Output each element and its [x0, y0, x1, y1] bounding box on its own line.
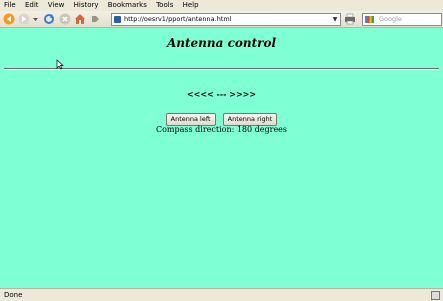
direction-arrows: <<<< --- >>>> [186, 89, 257, 99]
search-placeholder: Google [379, 15, 402, 23]
navigation-toolbar: http://oesrv1/pport/antenna.html ▼ Googl… [0, 11, 443, 28]
print-icon[interactable] [344, 13, 356, 25]
menu-help[interactable]: Help [183, 0, 199, 11]
bookmark-tag-icon[interactable] [91, 13, 100, 25]
forward-icon[interactable] [18, 13, 30, 25]
status-indicator-icon [431, 291, 440, 300]
antenna-button-row: Antenna left Antenna right [0, 106, 443, 126]
menu-history[interactable]: History [74, 0, 99, 11]
history-dropdown-icon[interactable] [32, 13, 39, 25]
page-title: Antenna control [166, 36, 277, 50]
url-bar[interactable]: http://oesrv1/pport/antenna.html ▼ [111, 13, 341, 26]
mouse-pointer-icon [56, 59, 64, 70]
url-dropdown-icon[interactable]: ▼ [331, 14, 339, 25]
status-bar: Done [0, 288, 443, 301]
status-text: Done [4, 291, 23, 299]
stop-icon[interactable] [59, 13, 71, 25]
menu-tools[interactable]: Tools [156, 0, 173, 11]
url-text: http://oesrv1/pport/antenna.html [124, 15, 232, 23]
menu-bookmarks[interactable]: Bookmarks [108, 0, 147, 11]
reload-icon[interactable] [43, 13, 55, 25]
home-icon[interactable] [74, 13, 86, 25]
menu-edit[interactable]: Edit [25, 0, 39, 11]
search-engine-icon[interactable] [365, 16, 374, 23]
page-content: Antenna control <<<< --- >>>> Antenna le… [0, 28, 443, 288]
compass-direction: Compass direction: 180 degrees [155, 125, 288, 134]
menu-view[interactable]: View [48, 0, 65, 11]
page-favicon-icon [114, 16, 121, 23]
menu-file[interactable]: File [4, 0, 16, 11]
search-box[interactable]: Google [362, 13, 442, 26]
menu-bar: File Edit View History Bookmarks Tools H… [0, 0, 443, 11]
back-icon[interactable] [3, 13, 15, 25]
horizontal-rule [4, 68, 439, 70]
